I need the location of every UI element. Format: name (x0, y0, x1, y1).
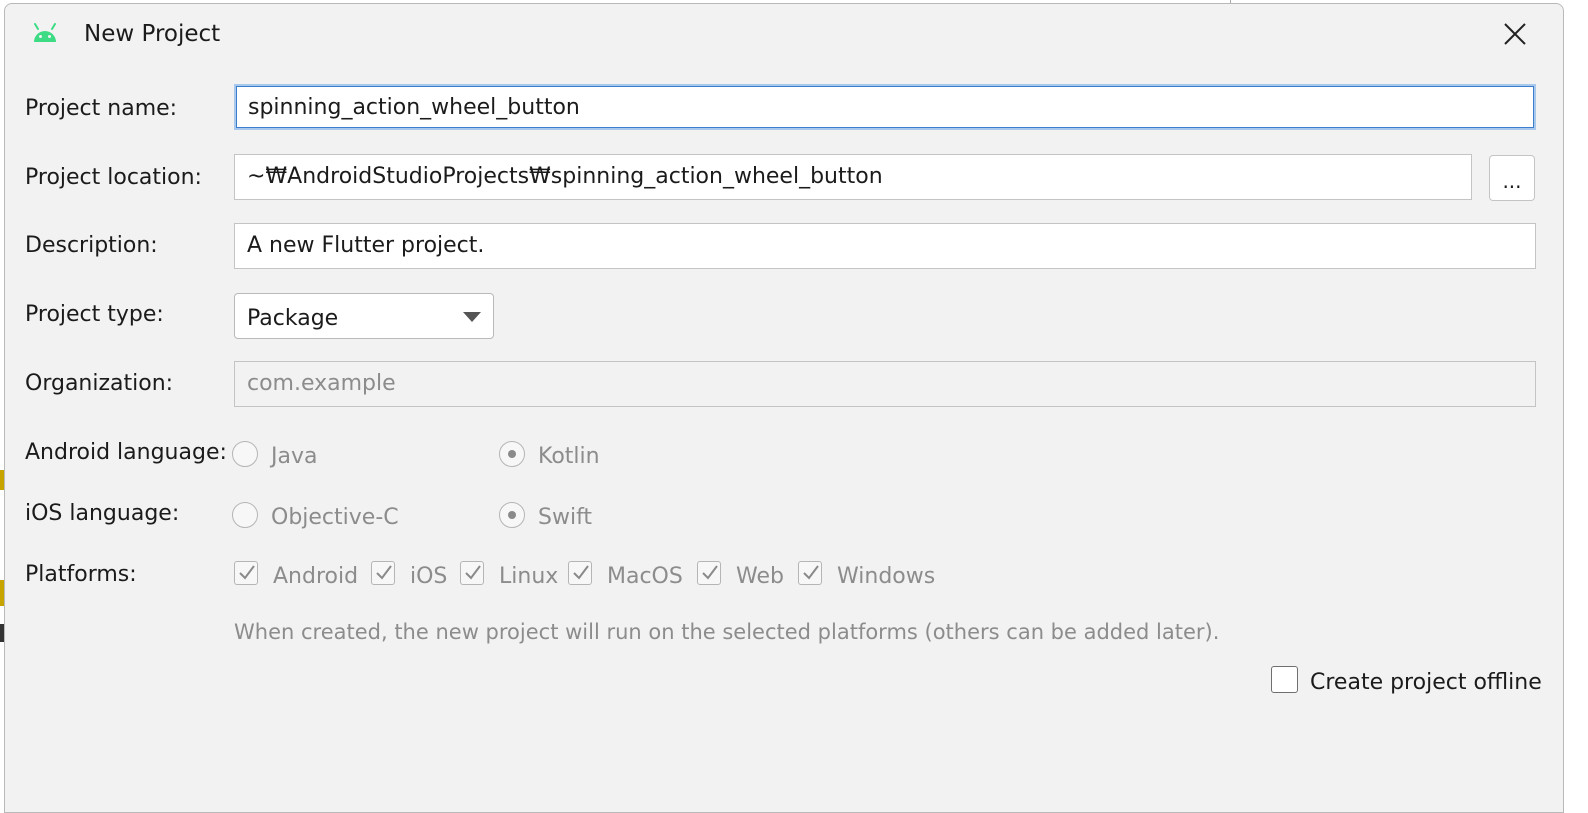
dialog-title: New Project (84, 21, 221, 47)
project-type-value: Package (247, 306, 339, 331)
browse-location-button[interactable]: ... (1489, 155, 1535, 201)
platforms-hint: When created, the new project will run o… (234, 620, 1220, 644)
new-project-dialog: New Project Project name: spinning_actio… (4, 3, 1564, 813)
checkbox-ios[interactable] (371, 561, 395, 585)
radio-kotlin[interactable] (499, 441, 525, 467)
radio-objective-c[interactable] (232, 502, 258, 528)
radio-swift-label: Swift (538, 505, 593, 530)
create-offline-label: Create project offline (1310, 670, 1542, 695)
project-name-input[interactable]: spinning_action_wheel_button (234, 84, 1536, 130)
checkbox-web-label: Web (736, 564, 784, 589)
checkbox-linux-label: Linux (499, 564, 559, 589)
project-name-label: Project name: (25, 96, 178, 121)
android-icon (31, 22, 59, 44)
radio-kotlin-label: Kotlin (538, 444, 600, 469)
project-location-label: Project location: (25, 165, 202, 190)
checkbox-macos[interactable] (568, 561, 592, 585)
project-type-dropdown[interactable]: Package (234, 293, 494, 339)
checkbox-ios-label: iOS (410, 564, 448, 589)
checkbox-windows[interactable] (798, 561, 822, 585)
checkbox-macos-label: MacOS (607, 564, 683, 589)
organization-label: Organization: (25, 371, 174, 396)
checkbox-windows-label: Windows (837, 564, 936, 589)
platforms-label: Platforms: (25, 562, 137, 587)
radio-java[interactable] (232, 441, 258, 467)
create-offline-checkbox[interactable] (1271, 666, 1298, 693)
ios-language-label: iOS language: (25, 501, 180, 526)
checkbox-android[interactable] (234, 561, 258, 585)
project-location-input[interactable]: ~₩AndroidStudioProjects₩spinning_action_… (234, 154, 1472, 200)
checkbox-web[interactable] (697, 561, 721, 585)
description-input[interactable]: A new Flutter project. (234, 223, 1536, 269)
close-icon[interactable] (1501, 20, 1529, 48)
description-label: Description: (25, 233, 158, 258)
organization-input[interactable]: com.example (234, 361, 1536, 407)
chevron-down-icon (463, 312, 481, 322)
checkbox-linux[interactable] (460, 561, 484, 585)
radio-java-label: Java (271, 444, 318, 469)
radio-swift[interactable] (499, 502, 525, 528)
android-language-label: Android language: (25, 440, 227, 465)
title-bar: New Project (5, 4, 1563, 66)
radio-objective-c-label: Objective-C (271, 505, 399, 530)
checkbox-android-label: Android (273, 564, 359, 589)
project-type-label: Project type: (25, 302, 164, 327)
